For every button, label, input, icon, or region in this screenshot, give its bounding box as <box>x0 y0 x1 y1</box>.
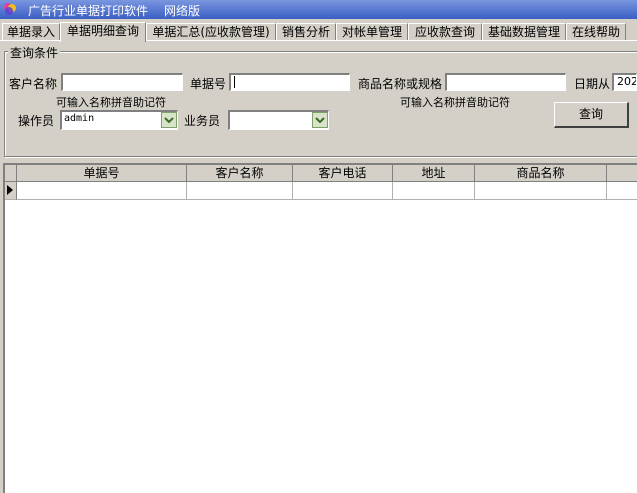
query-group-title: 查询条件 <box>8 44 61 61</box>
bill-no-input[interactable] <box>229 73 350 91</box>
tab-base-data-management[interactable]: 基础数据管理 <box>482 23 566 41</box>
grid-corner <box>5 165 17 182</box>
tab-bill-detail-query[interactable]: 单据明细查询 <box>60 22 146 42</box>
tab-online-help[interactable]: 在线帮助 <box>566 23 626 41</box>
table-cell[interactable] <box>393 182 475 200</box>
title-bar: 广告行业单据打印软件 网络版 <box>0 0 637 19</box>
product-hint: 可输入名称拼音助记符 <box>400 96 510 109</box>
operator-label: 操作员 <box>18 114 55 128</box>
tab-statement-management[interactable]: 对帐单管理 <box>336 23 408 41</box>
tab-receivables-query[interactable]: 应收款查询 <box>408 23 482 41</box>
customer-hint: 可输入名称拼音助记符 <box>56 96 166 109</box>
table-cell[interactable] <box>17 182 187 200</box>
customer-name-input[interactable] <box>61 73 183 91</box>
text-caret <box>234 76 235 88</box>
window-title: 广告行业单据打印软件 <box>28 4 149 18</box>
current-row-arrow-icon <box>7 185 13 195</box>
edition-label: 网络版 <box>164 4 201 18</box>
operator-value: admin <box>64 113 95 124</box>
table-cell[interactable] <box>187 182 293 200</box>
bill-no-label: 单据号 <box>190 77 227 91</box>
main-tabs: 单据录入 单据明细查询 单据汇总(应收款管理) 销售分析 对帐单管理 应收款查询… <box>0 22 637 42</box>
table-cell[interactable] <box>475 182 607 200</box>
column-header-bill-no[interactable]: 单据号 <box>17 165 187 182</box>
product-input[interactable] <box>445 73 566 91</box>
product-label: 商品名称或规格 <box>358 77 443 91</box>
date-from-input[interactable]: 2020 <box>612 73 637 91</box>
date-from-label: 日期从 <box>574 77 611 91</box>
column-header-address[interactable]: 地址 <box>393 165 475 182</box>
tab-sales-analysis[interactable]: 销售分析 <box>276 23 336 41</box>
chevron-down-icon[interactable] <box>312 112 328 128</box>
salesman-select[interactable] <box>228 110 329 130</box>
search-button[interactable]: 查询 <box>554 102 629 128</box>
customer-name-label: 客户名称 <box>9 77 58 91</box>
column-header-customer-phone[interactable]: 客户电话 <box>293 165 393 182</box>
chevron-down-icon[interactable] <box>161 112 177 128</box>
column-header-product-name[interactable]: 商品名称 <box>475 165 607 182</box>
table-cell[interactable] <box>293 182 393 200</box>
operator-select[interactable]: admin <box>60 110 178 130</box>
column-header-customer-name[interactable]: 客户名称 <box>187 165 293 182</box>
row-indicator[interactable] <box>5 182 17 200</box>
tab-bill-summary[interactable]: 单据汇总(应收款管理) <box>146 23 276 41</box>
table-cell[interactable] <box>607 182 637 200</box>
tab-bill-entry[interactable]: 单据录入 <box>2 23 60 41</box>
salesman-label: 业务员 <box>184 114 221 128</box>
column-header-extra[interactable] <box>607 165 637 182</box>
app-logo-icon <box>4 3 16 15</box>
results-grid[interactable]: 单据号 客户名称 客户电话 地址 商品名称 <box>3 163 637 493</box>
